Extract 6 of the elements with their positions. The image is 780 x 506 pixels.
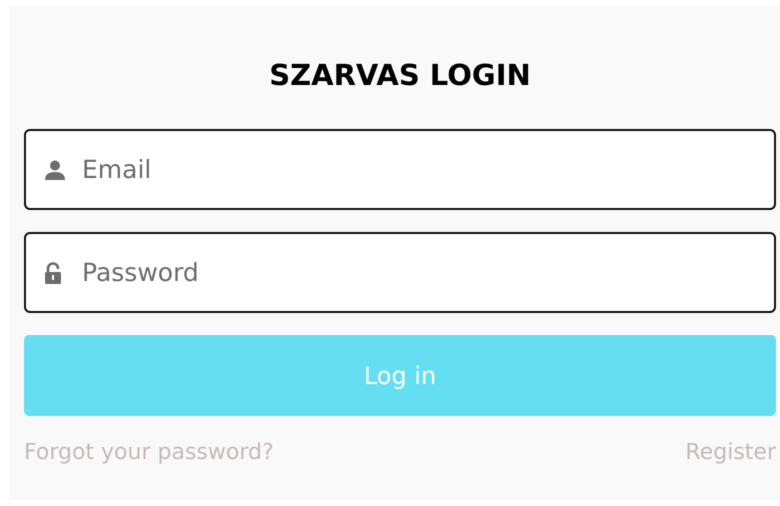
text-link[interactable]: Register [685, 440, 776, 465]
email-field[interactable]: Email [24, 129, 776, 210]
login-title: SZARVAS LOGIN [268, 57, 532, 94]
text-link[interactable]: Forgot your password? [24, 440, 274, 465]
login-button[interactable]: Log in [24, 335, 776, 416]
password-field[interactable]: Password [24, 232, 776, 313]
